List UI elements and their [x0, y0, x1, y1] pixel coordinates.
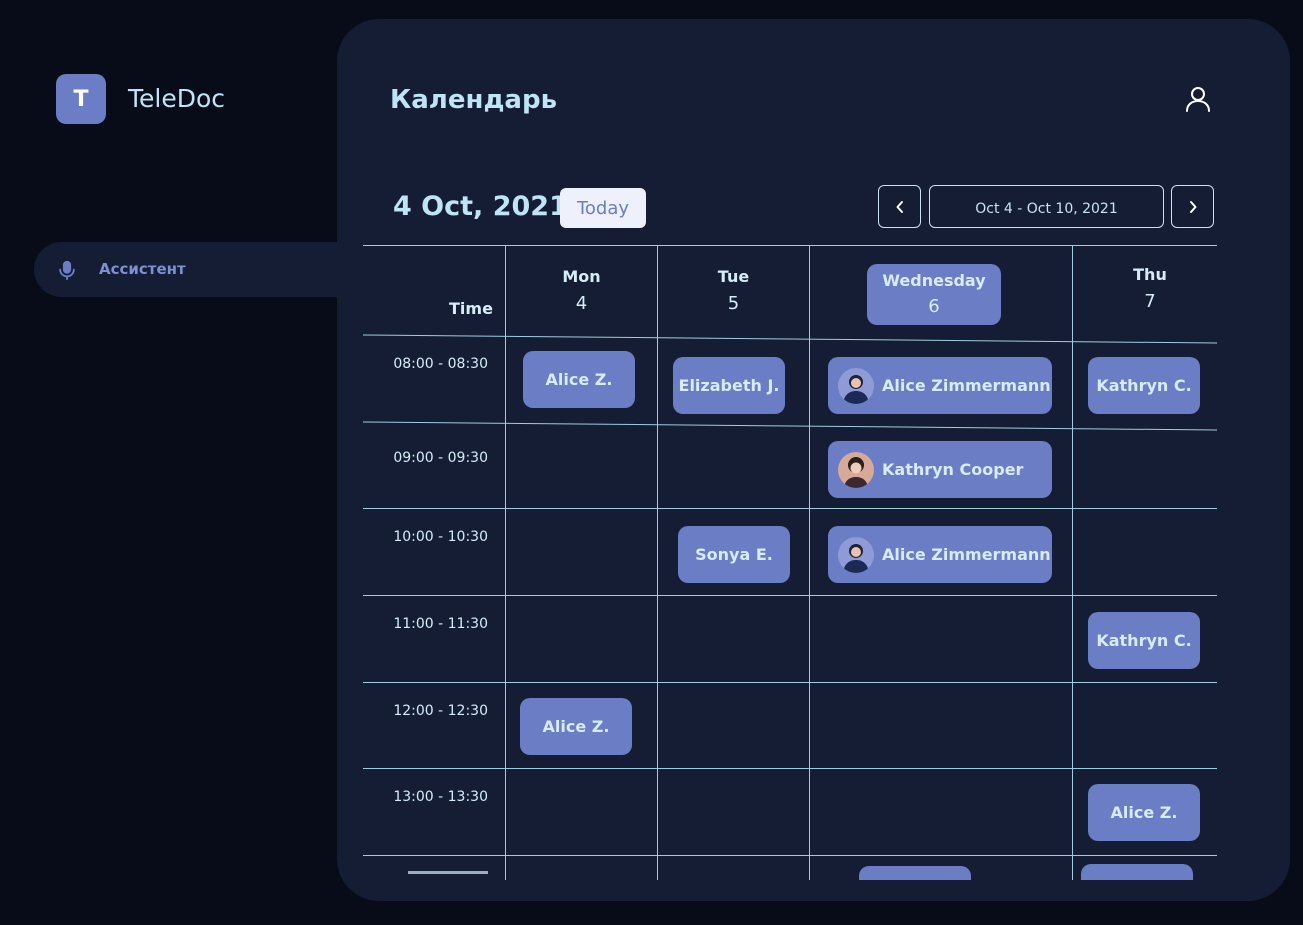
appointment-card[interactable]: Sonya E.: [678, 526, 790, 583]
appointment-card-partial[interactable]: [1081, 864, 1193, 880]
avatar: [838, 536, 874, 573]
appointment-card[interactable]: Kathryn C.: [1088, 612, 1200, 669]
page-title: Календарь: [390, 85, 558, 115]
sidebar-item-assistant[interactable]: Ассистент: [34, 242, 354, 297]
appointment-card[interactable]: Kathryn Cooper: [828, 441, 1052, 498]
appointment-label: Alice Zimmermann: [882, 376, 1051, 395]
day-name: Wednesday: [882, 271, 986, 290]
time-slot-label: 08:00 - 08:30: [393, 356, 488, 372]
appointment-label: Sonya E.: [695, 545, 773, 564]
day-name: Thu: [1133, 265, 1167, 284]
appointment-label: Kathryn C.: [1096, 631, 1192, 650]
grid-line: [657, 245, 658, 880]
day-number: 4: [575, 293, 588, 314]
grid-line: [809, 245, 810, 880]
appointment-card[interactable]: Alice Zimmermann: [828, 357, 1052, 414]
appointment-label: Kathryn Cooper: [882, 460, 1024, 479]
time-slot-label: 09:00 - 09:30: [393, 450, 488, 466]
appointment-card[interactable]: Alice Z.: [520, 698, 632, 755]
appointment-label: Alice Z.: [1110, 803, 1178, 822]
day-header-wednesday[interactable]: Wednesday 6: [867, 264, 1001, 325]
user-icon[interactable]: [1185, 86, 1211, 112]
appointment-card-partial[interactable]: [859, 866, 971, 880]
grid-line: [363, 768, 1217, 769]
current-date: 4 Oct, 2021: [393, 191, 568, 222]
chevron-right-icon: [1189, 200, 1196, 213]
date-range-display[interactable]: Oct 4 - Oct 10, 2021: [929, 185, 1164, 228]
day-header-tue[interactable]: Tue 5: [658, 267, 809, 314]
grid-line: [363, 245, 1217, 246]
grid-line: [505, 245, 506, 880]
app-name: TeleDoc: [128, 84, 226, 113]
appointment-label: Alice Z.: [545, 370, 613, 389]
appointment-label: Alice Z.: [542, 717, 610, 736]
day-name: Mon: [562, 267, 601, 286]
time-column-header: Time: [449, 299, 493, 318]
appointment-label: Elizabeth J.: [678, 376, 780, 395]
time-slot-label-cut: [408, 871, 488, 874]
day-number: 7: [1144, 291, 1156, 312]
grid-line: [1072, 245, 1073, 880]
time-slot-label: 12:00 - 12:30: [393, 703, 488, 719]
day-header-mon[interactable]: Mon 4: [506, 267, 657, 314]
time-slot-label: 10:00 - 10:30: [393, 529, 488, 545]
app-logo[interactable]: T: [56, 74, 106, 124]
grid-line: [363, 682, 1217, 683]
chevron-left-icon: [896, 200, 903, 213]
prev-week-button[interactable]: [878, 185, 921, 228]
grid-line: [363, 334, 1217, 344]
avatar: [838, 451, 874, 488]
appointment-card[interactable]: Elizabeth J.: [673, 357, 785, 414]
grid-line: [363, 508, 1217, 509]
appointment-card[interactable]: Alice Z.: [523, 351, 635, 408]
appointment-label: Kathryn C.: [1096, 376, 1192, 395]
appointment-card[interactable]: Alice Z.: [1088, 784, 1200, 841]
day-header-thu[interactable]: Thu 7: [1073, 265, 1217, 312]
grid-line: [363, 421, 1217, 431]
sidebar-item-label: Ассистент: [99, 260, 186, 278]
appointment-card[interactable]: Kathryn C.: [1088, 357, 1200, 414]
time-slot-label: 11:00 - 11:30: [393, 616, 488, 632]
day-name: Tue: [717, 267, 750, 286]
calendar-grid: Time Mon 4 Tue 5 Wednesday 6 Thu 7 08:00…: [363, 245, 1217, 880]
grid-line: [363, 595, 1217, 596]
time-slot-label: 13:00 - 13:30: [393, 789, 488, 805]
grid-line: [363, 855, 1217, 856]
next-week-button[interactable]: [1171, 185, 1214, 228]
appointment-card[interactable]: Alice Zimmermann: [828, 526, 1052, 583]
microphone-icon: [59, 260, 75, 281]
day-number: 6: [928, 296, 940, 317]
day-number: 5: [727, 293, 740, 314]
avatar: [838, 367, 874, 404]
today-button[interactable]: Today: [560, 188, 646, 228]
main-panel: Календарь 4 Oct, 2021 Today Oct 4 - Oct …: [337, 19, 1290, 901]
appointment-label: Alice Zimmermann: [882, 545, 1051, 564]
